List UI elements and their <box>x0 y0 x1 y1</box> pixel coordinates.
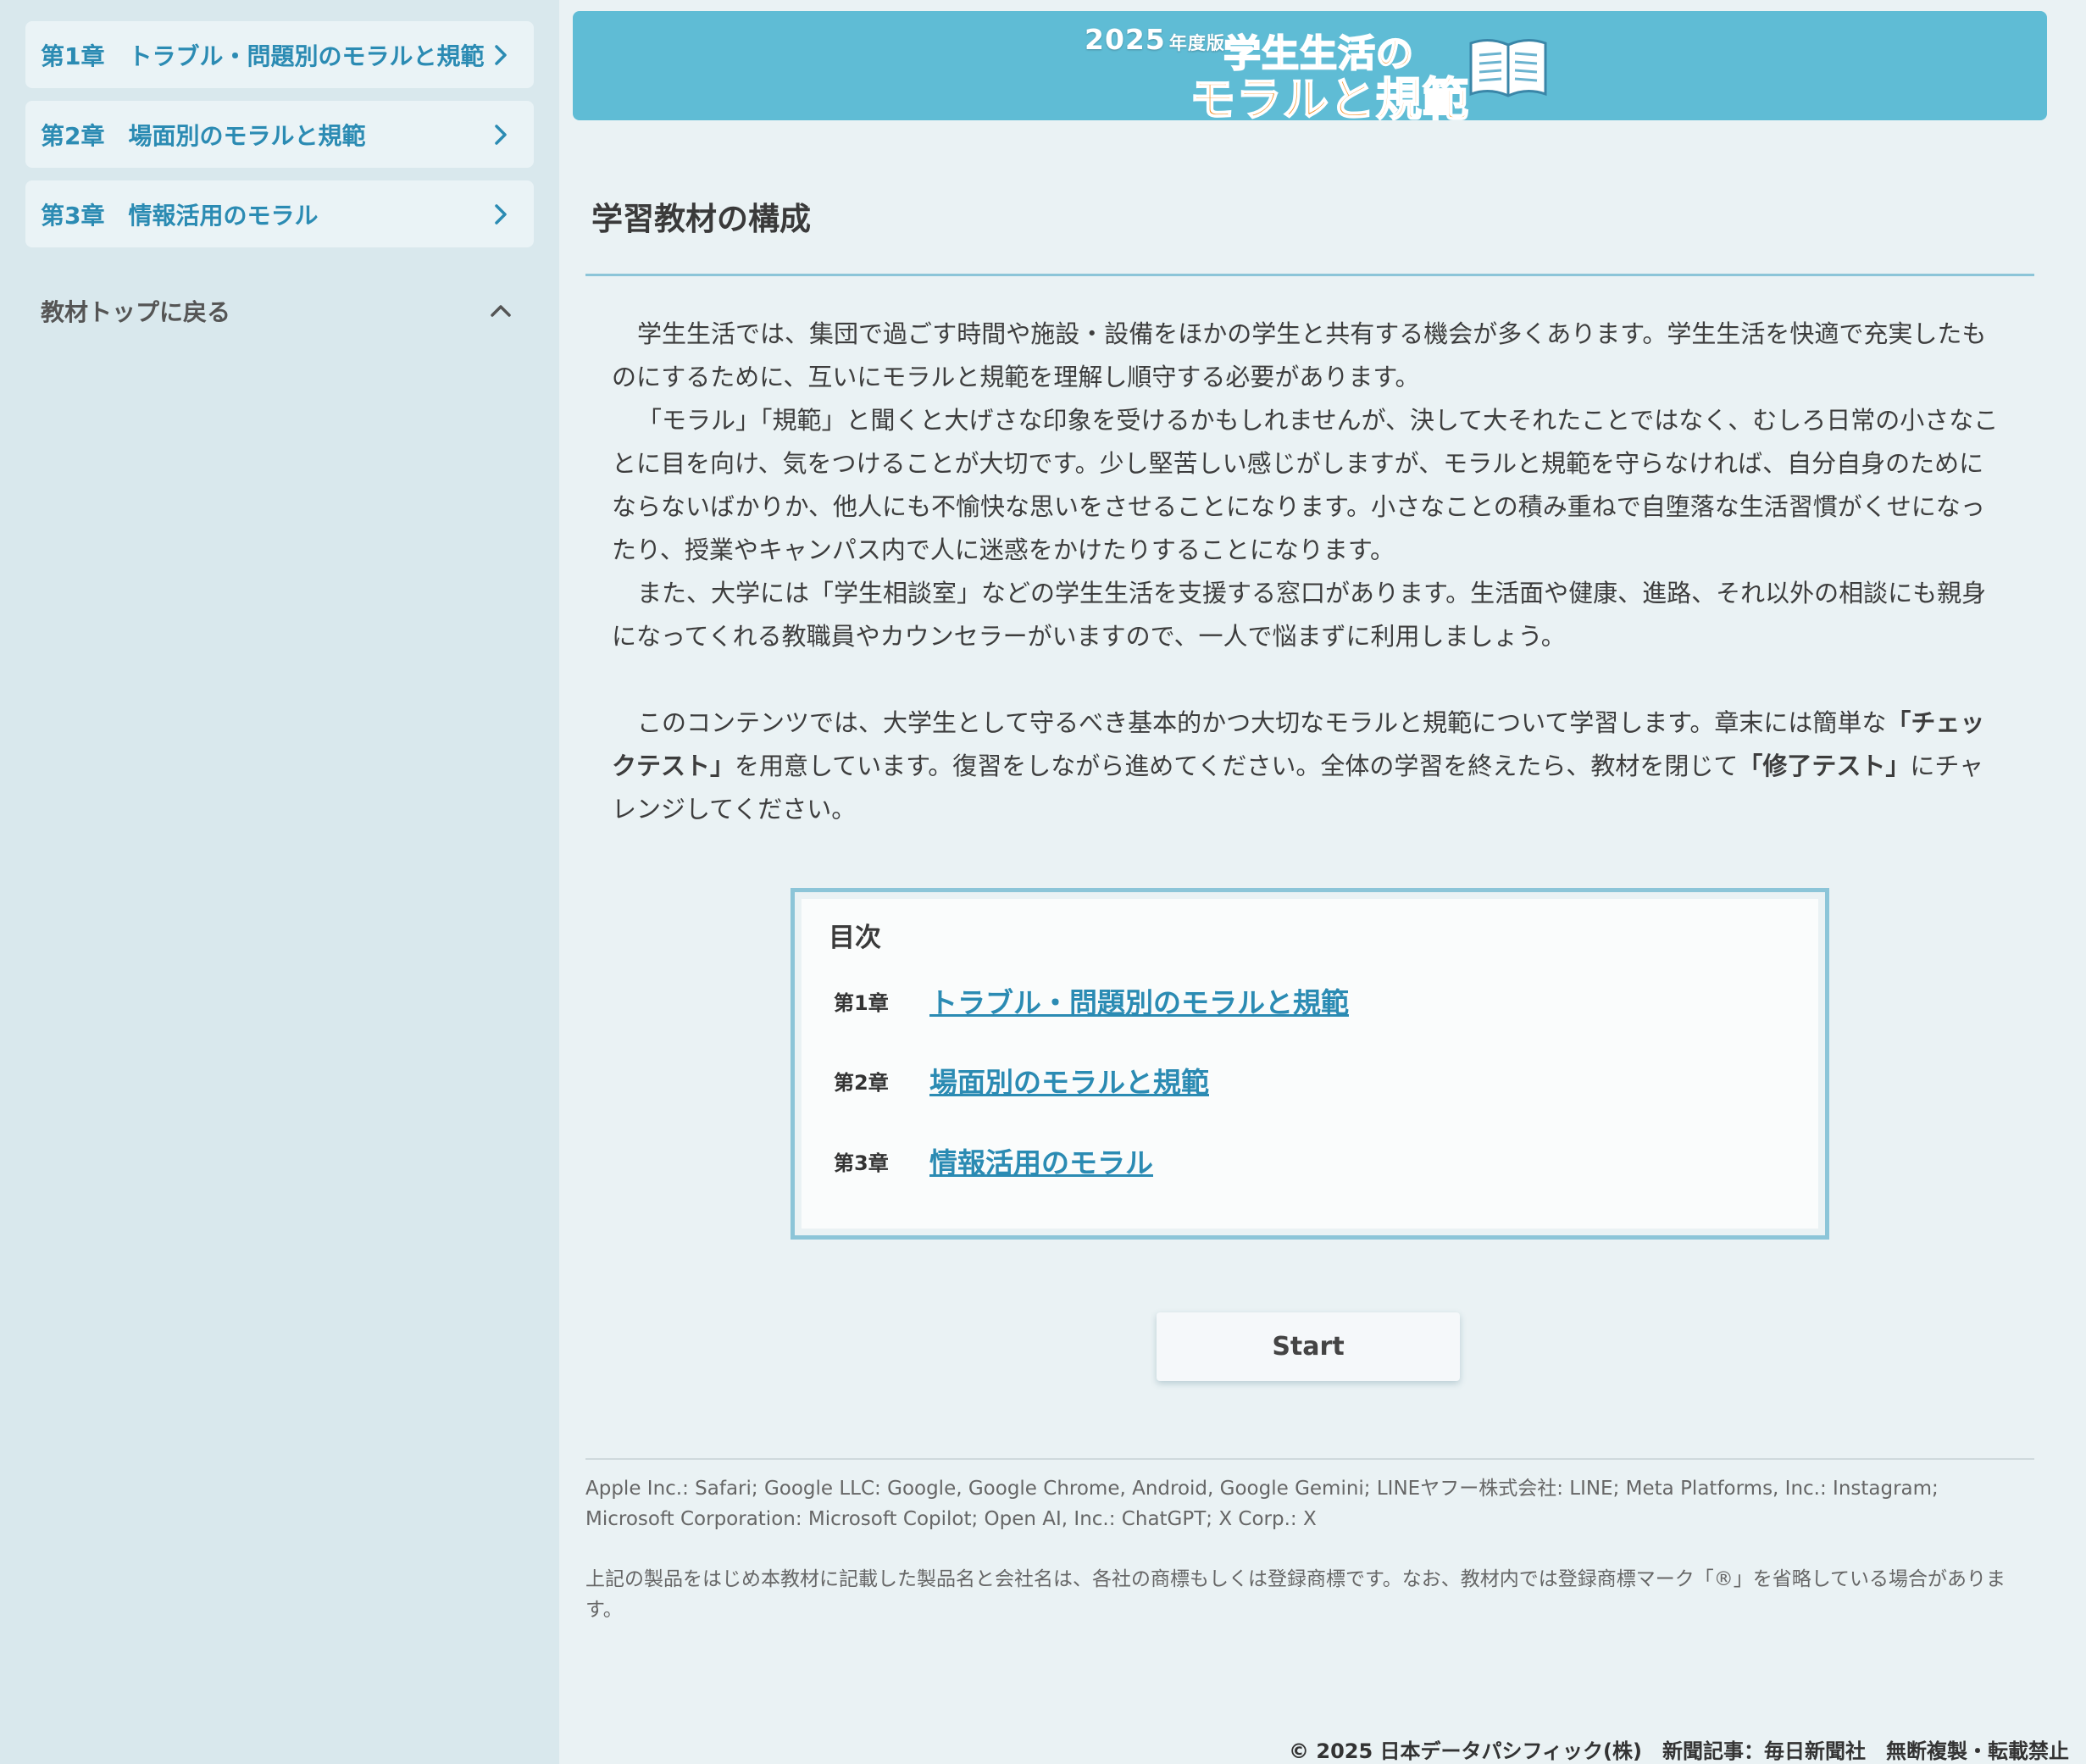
footer-divider <box>585 1458 2034 1460</box>
sidebar-item-label: 第2章 場面別のモラルと規範 <box>41 121 366 150</box>
toc-link-chapter-2[interactable]: 場面別のモラルと規範 <box>929 1060 1209 1101</box>
sidebar-item-chapter-2[interactable]: 第2章 場面別のモラルと規範 <box>25 101 534 168</box>
intro-paragraph-3: また、大学には「学生相談室」などの学生生活を支援する窓口があります。生活面や健康… <box>612 579 1987 651</box>
chevron-right-icon <box>486 120 515 149</box>
back-to-top-label: 教材トップに戻る <box>41 298 231 326</box>
table-of-contents: 目次 第1章 トラブル・問題別のモラルと規範 第2章 場面別のモラルと規範 第3… <box>791 888 1829 1240</box>
chevron-up-icon <box>486 297 515 325</box>
trademark-list: Apple Inc.: Safari; Google LLC: Google, … <box>585 1478 1939 1530</box>
banner-title-line2: モラルと規範 <box>1189 72 1469 120</box>
toc-row: 第3章 情報活用のモラル <box>834 1140 1153 1181</box>
sidebar-item-label: 第3章 情報活用のモラル <box>41 201 319 230</box>
copyright-line: © 2025 日本データパシフィック(株) 新聞記事：毎日新聞社 無断複製・転載… <box>1289 1739 2069 1763</box>
back-to-top-link[interactable]: 教材トップに戻る <box>25 286 534 336</box>
open-book-icon <box>1469 39 1547 97</box>
sidebar-item-label: 第1章 トラブル・問題別のモラルと規範 <box>41 42 485 70</box>
intro-paragraph-2: 「モラル」「規範」と聞くと大げさな印象を受けるかもしれませんが、決して大それたこ… <box>612 406 1999 564</box>
chevron-right-icon <box>486 41 515 69</box>
toc-link-chapter-1[interactable]: トラブル・問題別のモラルと規範 <box>929 980 1349 1021</box>
main-content: 2025 年度版 学生生活の モラルと規範 学習教材の構成 学生生活では、集団で過… <box>559 0 2086 1764</box>
toc-row: 第2章 場面別のモラルと規範 <box>834 1060 1209 1101</box>
sidebar-item-chapter-3[interactable]: 第3章 情報活用のモラル <box>25 180 534 247</box>
toc-heading: 目次 <box>829 923 881 953</box>
title-banner: 2025 年度版 学生生活の モラルと規範 <box>573 11 2047 120</box>
sidebar-item-chapter-1[interactable]: 第1章 トラブル・問題別のモラルと規範 <box>25 21 534 88</box>
toc-chapter-number: 第3章 <box>834 1151 889 1175</box>
chevron-right-icon <box>486 200 515 229</box>
sidebar: 第1章 トラブル・問題別のモラルと規範 第2章 場面別のモラルと規範 第3章 情… <box>0 0 559 1764</box>
content-description: このコンテンツでは、大学生として守るべき基本的かつ大切なモラルと規範について学習… <box>612 708 1985 824</box>
title-divider <box>585 274 2034 276</box>
intro-paragraph-1: 学生生活では、集団で過ごす時間や施設・設備をほかの学生と共有する機会が多くありま… <box>612 319 1987 391</box>
toc-chapter-number: 第2章 <box>834 1070 889 1095</box>
start-button[interactable]: Start <box>1157 1312 1460 1381</box>
banner-year: 2025 年度版 <box>1085 23 1225 56</box>
toc-chapter-number: 第1章 <box>834 990 889 1015</box>
final-test-label: 「修了テスト」 <box>1738 752 1911 780</box>
toc-link-chapter-3[interactable]: 情報活用のモラル <box>929 1140 1153 1181</box>
app-root: 第1章 トラブル・問題別のモラルと規範 第2章 場面別のモラルと規範 第3章 情… <box>0 0 2086 1764</box>
toc-row: 第1章 トラブル・問題別のモラルと規範 <box>834 980 1349 1021</box>
trademark-notice: 上記の製品をはじめ本教材に記載した製品名と会社名は、各社の商標もしくは登録商標で… <box>585 1568 2006 1621</box>
page-title: 学習教材の構成 <box>591 201 811 237</box>
